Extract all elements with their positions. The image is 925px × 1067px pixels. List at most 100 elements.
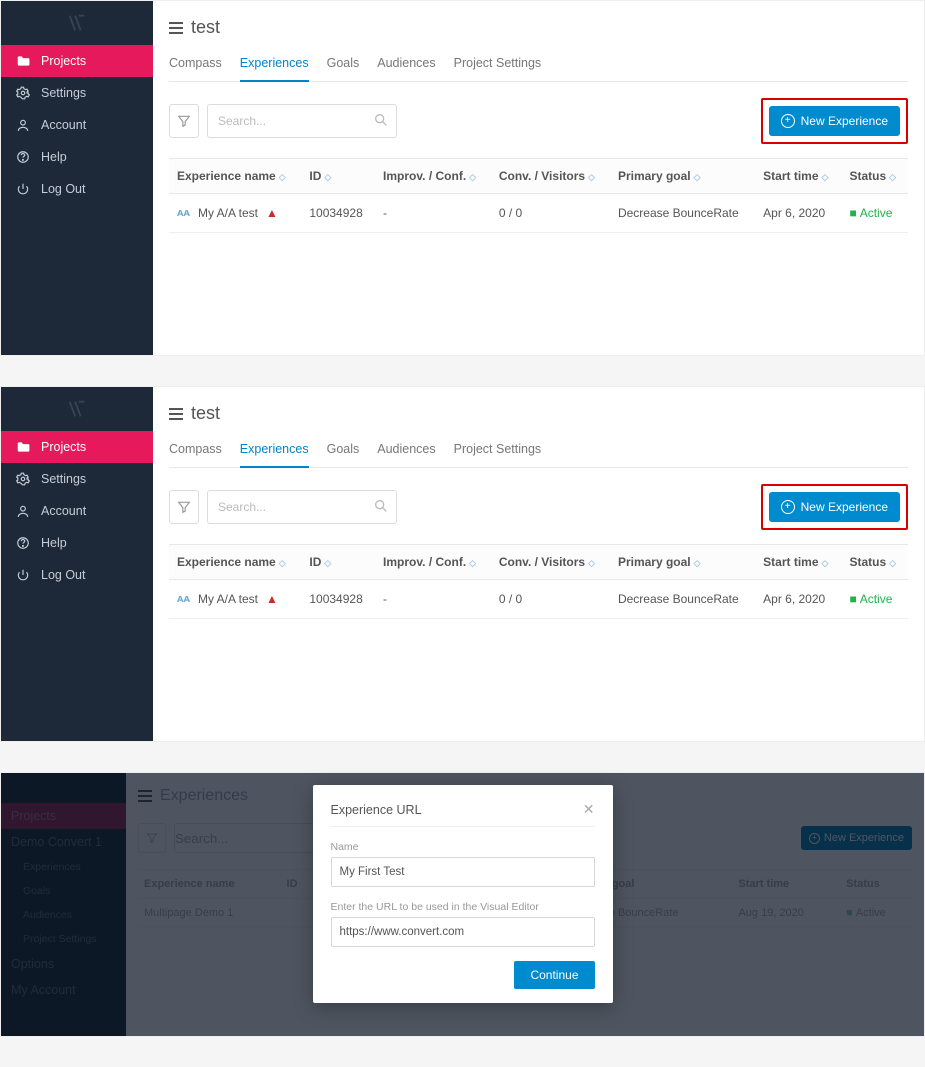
search-icon: [373, 112, 389, 133]
col-id[interactable]: ID◇: [301, 159, 375, 194]
new-experience-highlight: + New Experience: [761, 484, 908, 530]
sidebar-item-account[interactable]: Account: [1, 495, 153, 527]
tab-experiences[interactable]: Experiences: [240, 52, 309, 82]
experiences-table: Experience name◇ ID◇ Improv. / Conf.◇ Co…: [169, 158, 908, 233]
plus-circle-icon: +: [781, 500, 795, 514]
sort-icon: ◇: [279, 172, 286, 183]
tab-audiences[interactable]: Audiences: [377, 438, 435, 467]
cell-goal: Decrease BounceRate: [610, 580, 755, 619]
warning-icon: ▲: [266, 592, 278, 606]
col-start[interactable]: Start time◇: [755, 545, 841, 580]
tabs: Compass Experiences Goals Audiences Proj…: [169, 52, 908, 82]
sort-icon: ◇: [279, 558, 286, 569]
col-name[interactable]: Experience name◇: [169, 545, 301, 580]
plus-circle-icon: +: [781, 114, 795, 128]
sidebar-item-projects[interactable]: Projects: [1, 45, 153, 77]
url-input[interactable]: [331, 917, 595, 947]
sidebar-item-account[interactable]: Account: [1, 109, 153, 141]
filter-button[interactable]: [169, 104, 199, 138]
logo-icon: [1, 387, 153, 431]
sidebar-item-label: Account: [41, 118, 86, 132]
folder-icon: [15, 53, 31, 69]
tab-project-settings[interactable]: Project Settings: [454, 52, 542, 81]
col-status[interactable]: Status◇: [841, 159, 908, 194]
breadcrumb: test: [169, 397, 908, 438]
search-input[interactable]: [207, 490, 397, 524]
tab-experiences[interactable]: Experiences: [240, 438, 309, 468]
sidebar-item-logout[interactable]: Log Out: [1, 173, 153, 205]
help-icon: [15, 149, 31, 165]
sidebar: Projects Settings Account Help Log Out: [1, 387, 153, 741]
cell-id: 10034928: [301, 580, 375, 619]
col-start[interactable]: Start time◇: [755, 159, 841, 194]
new-experience-button[interactable]: + New Experience: [769, 106, 900, 136]
col-goal[interactable]: Primary goal◇: [610, 159, 755, 194]
tab-audiences[interactable]: Audiences: [377, 52, 435, 81]
sidebar-item-label: Log Out: [41, 568, 85, 582]
cell-status: Active: [860, 206, 893, 220]
tab-compass[interactable]: Compass: [169, 52, 222, 81]
sidebar-item-help[interactable]: Help: [1, 141, 153, 173]
new-experience-button[interactable]: + New Experience: [769, 492, 900, 522]
col-improv[interactable]: Improv. / Conf.◇: [375, 545, 491, 580]
main-content: test Compass Experiences Goals Audiences…: [153, 1, 924, 355]
sidebar-item-label: Log Out: [41, 182, 85, 196]
logo-icon: [1, 1, 153, 45]
tab-compass[interactable]: Compass: [169, 438, 222, 467]
tab-goals[interactable]: Goals: [327, 52, 360, 81]
cell-goal: Decrease BounceRate: [610, 194, 755, 233]
col-goal[interactable]: Primary goal◇: [610, 545, 755, 580]
sort-icon: ◇: [588, 558, 595, 569]
main-content: test Compass Experiences Goals Audiences…: [153, 387, 924, 741]
hamburger-icon[interactable]: [169, 408, 183, 420]
toolbar: + New Experience: [169, 82, 908, 150]
sort-icon: ◇: [324, 558, 331, 569]
folder-icon: [15, 439, 31, 455]
tab-project-settings[interactable]: Project Settings: [454, 438, 542, 467]
close-icon[interactable]: ✕: [583, 801, 595, 818]
sidebar-item-settings[interactable]: Settings: [1, 77, 153, 109]
table-row[interactable]: ᴀᴀMy A/A test▲ 10034928 - 0 / 0 Decrease…: [169, 580, 908, 619]
sidebar-item-logout[interactable]: Log Out: [1, 559, 153, 591]
help-icon: [15, 535, 31, 551]
funnel-icon: [177, 114, 191, 128]
search-icon: [373, 498, 389, 519]
tab-goals[interactable]: Goals: [327, 438, 360, 467]
filter-button[interactable]: [169, 490, 199, 524]
user-icon: [15, 117, 31, 133]
page-title: test: [191, 403, 220, 424]
col-id[interactable]: ID◇: [301, 545, 375, 580]
col-conv[interactable]: Conv. / Visitors◇: [491, 545, 610, 580]
new-experience-label: New Experience: [801, 114, 888, 128]
sort-icon: ◇: [694, 172, 701, 183]
toolbar: + New Experience: [169, 468, 908, 536]
sidebar-item-label: Settings: [41, 472, 86, 486]
col-status[interactable]: Status◇: [841, 545, 908, 580]
status-dot-icon: ■: [849, 206, 856, 220]
continue-button[interactable]: Continue: [514, 961, 594, 989]
cell-conv: 0 / 0: [491, 580, 610, 619]
name-label: Name: [331, 841, 595, 853]
new-experience-label: New Experience: [801, 500, 888, 514]
sidebar-item-help[interactable]: Help: [1, 527, 153, 559]
name-input[interactable]: [331, 857, 595, 887]
warning-icon: ▲: [266, 206, 278, 220]
sidebar-item-label: Help: [41, 150, 67, 164]
search-input[interactable]: [207, 104, 397, 138]
breadcrumb: test: [169, 11, 908, 52]
cell-status: Active: [860, 592, 893, 606]
sort-icon: ◇: [822, 172, 829, 183]
table-row[interactable]: ᴀᴀ My A/A test ▲ 10034928 - 0 / 0 Decrea…: [169, 194, 908, 233]
col-improv[interactable]: Improv. / Conf.◇: [375, 159, 491, 194]
gear-icon: [15, 85, 31, 101]
col-conv[interactable]: Conv. / Visitors◇: [491, 159, 610, 194]
col-name[interactable]: Experience name◇: [169, 159, 301, 194]
sort-icon: ◇: [889, 558, 896, 569]
cell-improv: -: [375, 580, 491, 619]
url-hint: Enter the URL to be used in the Visual E…: [331, 901, 595, 913]
sidebar-item-settings[interactable]: Settings: [1, 463, 153, 495]
hamburger-icon[interactable]: [169, 22, 183, 34]
cell-improv: -: [375, 194, 491, 233]
sidebar-item-projects[interactable]: Projects: [1, 431, 153, 463]
experiment-type-icon: ᴀᴀ: [177, 207, 190, 219]
